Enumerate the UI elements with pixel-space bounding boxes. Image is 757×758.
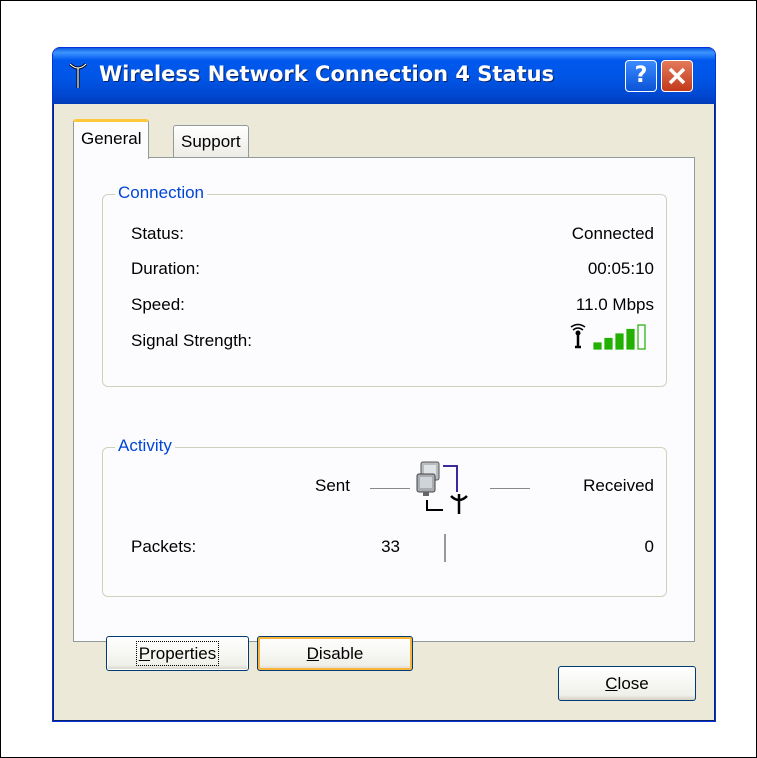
window-title: Wireless Network Connection 4 Status — [99, 62, 555, 86]
signal-strength-icon — [570, 323, 646, 350]
connection-group-title: Connection — [115, 183, 208, 203]
tab-support-label: Support — [181, 132, 241, 151]
help-icon: ? — [634, 63, 648, 88]
close-button[interactable]: Close — [558, 666, 696, 701]
disable-label: isable — [318, 644, 364, 663]
signal-bar-2 — [604, 337, 613, 350]
packets-label: Packets: — [131, 537, 197, 556]
properties-accel-key: P — [138, 644, 151, 663]
disable-accel-key: D — [306, 644, 319, 663]
packets-received-value: 0 — [644, 537, 654, 556]
signal-strength-label: Signal Strength: — [131, 331, 252, 350]
signal-bar-4 — [626, 328, 635, 350]
signal-bar-5 — [637, 324, 646, 350]
signal-bar-1 — [593, 342, 602, 350]
properties-label: roperties — [150, 644, 217, 663]
general-tab-panel: Connection Status: Connected Duration: 0… — [73, 157, 695, 671]
title-bar[interactable]: Wireless Network Connection 4 Status ? — [53, 48, 715, 104]
connection-group: Connection Status: Connected Duration: 0… — [102, 183, 667, 387]
speed-label: Speed: — [131, 295, 185, 314]
packets-sent-value: 33 — [381, 537, 400, 556]
received-line — [490, 488, 530, 489]
status-label: Status: — [131, 224, 184, 243]
status-dialog: Wireless Network Connection 4 Status ? G… — [52, 47, 716, 722]
duration-value: 00:05:10 — [587, 259, 654, 278]
signal-bars — [593, 324, 646, 350]
status-value: Connected — [571, 224, 654, 243]
packets-divider — [444, 534, 446, 562]
close-x-icon — [668, 67, 686, 85]
sent-label: Sent — [315, 476, 350, 495]
close-window-button[interactable] — [661, 60, 693, 92]
received-label: Received — [583, 476, 654, 495]
sent-line — [370, 488, 410, 489]
close-label: lose — [617, 674, 649, 693]
signal-bar-3 — [615, 333, 624, 350]
close-accel-key: C — [605, 674, 618, 693]
duration-label: Duration: — [131, 259, 200, 278]
properties-button[interactable]: Properties — [106, 636, 249, 671]
disable-button[interactable]: Disable — [257, 636, 413, 671]
network-activity-icon — [416, 461, 468, 514]
antenna-icon — [570, 323, 586, 349]
speed-value: 11.0 Mbps — [575, 295, 654, 314]
tab-support[interactable]: Support — [173, 125, 249, 158]
help-button[interactable]: ? — [625, 60, 657, 92]
tab-general-label: General — [81, 129, 142, 148]
wireless-antenna-icon — [68, 62, 88, 88]
activity-group: Activity Sent Received Packets: 33 0 — [102, 436, 667, 597]
activity-group-title: Activity — [115, 436, 175, 456]
tab-general[interactable]: General — [73, 119, 150, 159]
